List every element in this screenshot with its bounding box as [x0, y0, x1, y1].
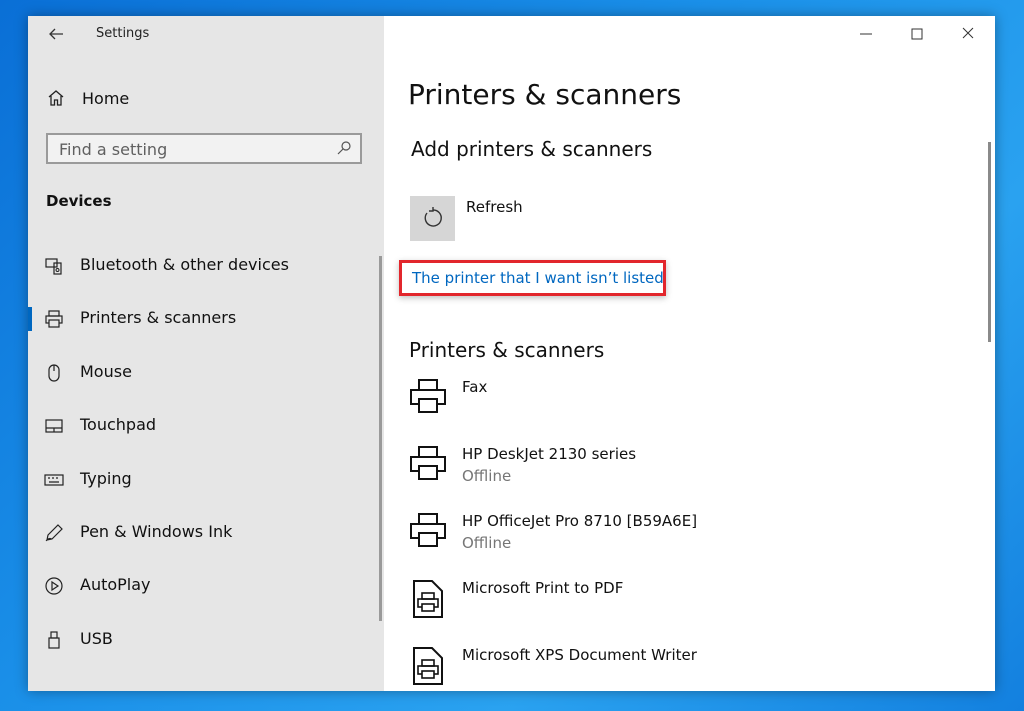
mouse-icon	[48, 364, 60, 382]
sidebar-item-label: Printers & scanners	[80, 308, 237, 327]
usb-icon	[48, 631, 60, 649]
minimize-button[interactable]	[854, 24, 878, 44]
printer-icon	[410, 513, 446, 547]
sidebar-item-label: Pen & Windows Ink	[80, 522, 233, 541]
sidebar-scrollbar[interactable]	[379, 256, 382, 621]
maximize-button[interactable]	[905, 24, 929, 44]
bluetooth-devices-icon	[45, 258, 62, 275]
home-link[interactable]: Home	[46, 86, 129, 110]
settings-window: Settings Home Devices Bluetooth & other …	[28, 16, 995, 691]
printer-icon	[410, 446, 446, 480]
close-button[interactable]	[956, 24, 980, 44]
printer-item-deskjet[interactable]: HP DeskJet 2130 series Offline	[408, 445, 968, 495]
printer-item-xps[interactable]: Microsoft XPS Document Writer	[408, 646, 968, 691]
back-button[interactable]	[46, 24, 66, 44]
sidebar-item-pen[interactable]: Pen & Windows Ink	[28, 513, 378, 553]
sidebar-item-label: Bluetooth & other devices	[80, 255, 289, 274]
printer-status: Offline	[462, 534, 512, 552]
minimize-icon	[860, 33, 872, 35]
add-section-title: Add printers & scanners	[411, 137, 653, 161]
back-arrow-icon	[49, 28, 63, 40]
sidebar-item-label: USB	[80, 629, 113, 648]
search-box[interactable]	[46, 133, 362, 164]
printer-name: HP OfficeJet Pro 8710 [B59A6E]	[462, 512, 698, 530]
page-title: Printers & scanners	[408, 78, 682, 111]
section-title: Devices	[46, 192, 112, 210]
home-icon	[48, 90, 64, 106]
pen-icon	[45, 524, 63, 542]
printer-name: Fax	[462, 378, 488, 396]
printer-icon	[45, 310, 63, 328]
close-icon	[962, 27, 974, 39]
keyboard-icon	[44, 474, 64, 486]
autoplay-icon	[45, 577, 63, 595]
main-scrollbar[interactable]	[988, 142, 991, 342]
search-icon[interactable]	[336, 140, 352, 156]
sidebar-item-autoplay[interactable]: AutoPlay	[28, 566, 378, 606]
printer-item-fax[interactable]: Fax	[408, 378, 968, 428]
touchpad-icon	[45, 419, 63, 433]
printer-item-officejet[interactable]: HP OfficeJet Pro 8710 [B59A6E] Offline	[408, 512, 968, 562]
main-panel: Printers & scanners Add printers & scann…	[384, 16, 995, 691]
sidebar-item-label: Touchpad	[80, 415, 157, 434]
document-printer-icon	[413, 580, 443, 618]
printer-item-pdf[interactable]: Microsoft Print to PDF	[408, 579, 968, 629]
printer-not-listed-link[interactable]: The printer that I want isn’t listed	[412, 269, 664, 287]
document-printer-icon	[413, 647, 443, 685]
sidebar-item-bluetooth[interactable]: Bluetooth & other devices	[28, 246, 378, 286]
sidebar-item-typing[interactable]: Typing	[28, 460, 378, 500]
printer-name: Microsoft XPS Document Writer	[462, 646, 697, 664]
printer-icon	[410, 379, 446, 413]
home-label: Home	[82, 88, 130, 108]
active-indicator	[28, 307, 32, 331]
printer-name: HP DeskJet 2130 series	[462, 445, 637, 463]
window-title: Settings	[96, 26, 150, 41]
highlight-box: The printer that I want isn’t listed	[399, 260, 666, 296]
sidebar-item-label: AutoPlay	[80, 575, 151, 594]
sidebar-item-mouse[interactable]: Mouse	[28, 353, 378, 393]
sidebar-item-label: Typing	[80, 469, 132, 488]
refresh-button[interactable]	[410, 196, 455, 241]
printers-list-title: Printers & scanners	[409, 338, 605, 362]
printer-status: Offline	[462, 467, 512, 485]
sidebar-item-label: Mouse	[80, 362, 132, 381]
refresh-label: Refresh	[466, 198, 523, 216]
sidebar: Settings Home Devices Bluetooth & other …	[28, 16, 384, 691]
sidebar-item-usb[interactable]: USB	[28, 620, 378, 660]
maximize-icon	[911, 28, 923, 40]
search-input[interactable]	[48, 135, 341, 164]
sidebar-item-printers[interactable]: Printers & scanners	[28, 299, 378, 339]
refresh-icon	[424, 207, 442, 227]
sidebar-item-touchpad[interactable]: Touchpad	[28, 406, 378, 446]
printer-name: Microsoft Print to PDF	[462, 579, 624, 597]
